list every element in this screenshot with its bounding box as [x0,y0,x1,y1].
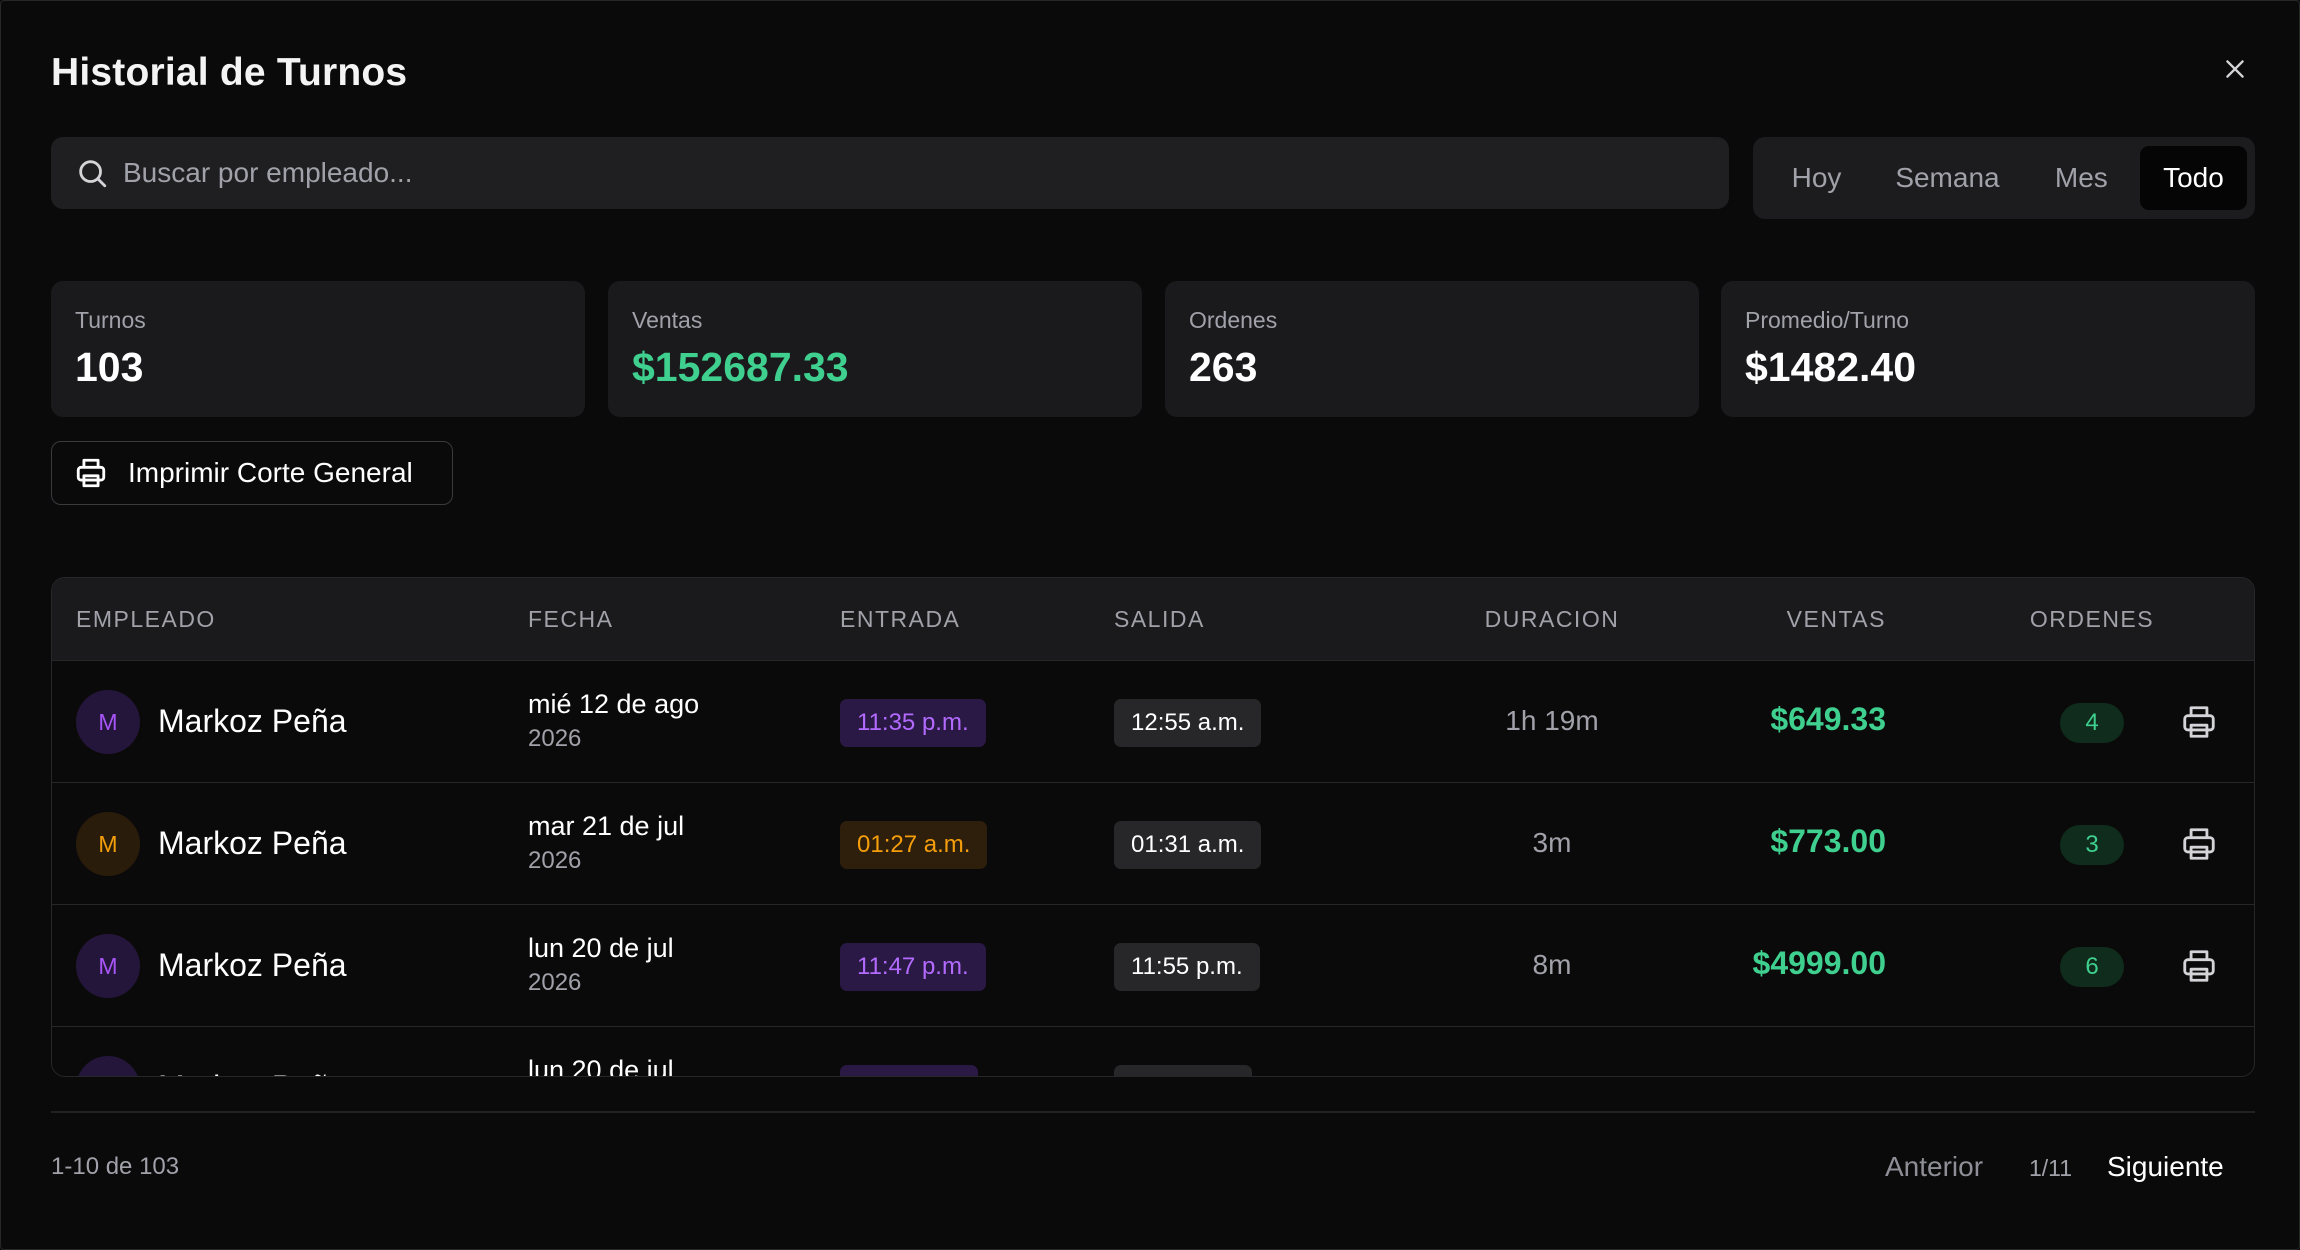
duration: 3m [1532,827,1572,858]
exit-time: 11:55 p.m. [1114,943,1260,991]
sales-amount: $773.00 [1770,823,1886,859]
shift-year: 2026 [528,847,582,874]
period-filter: Hoy Semana Mes Todo [1753,137,2255,219]
stat-value: 263 [1189,344,1258,390]
printer-icon[interactable] [2180,703,2218,741]
stat-card-turnos: Turnos 103 [51,281,585,417]
col-ventas: VENTAS [1786,606,1886,632]
search-icon [79,160,107,188]
shift-history-modal: Historial de Turnos Hoy Semana Mes Todo … [0,0,2300,1250]
exit-time [1114,1065,1252,1076]
col-empleado: EMPLEADO [76,606,216,632]
stat-label: Turnos [75,307,146,333]
col-ordenes: ORDENES [2029,606,2155,632]
filter-mes[interactable]: Mes [2023,146,2140,210]
duration: 1h 19m [1505,705,1599,736]
printer-icon[interactable] [2180,825,2218,863]
employee-name: Markoz Peña [158,1069,347,1076]
exit-time: 12:55 a.m. [1114,699,1262,747]
orders-count-badge: 4 [2060,703,2124,743]
stat-value: 103 [75,344,144,390]
exit-time: 01:31 a.m. [1114,821,1262,869]
filter-todo[interactable]: Todo [2139,146,2247,210]
entry-time: 01:27 a.m. [840,821,988,869]
stat-card-ventas: Ventas $152687.33 [608,281,1142,417]
stat-label: Ventas [632,307,703,333]
employee-name: Markoz Peña [158,825,347,861]
shifts-table: EMPLEADO FECHA ENTRADA SALIDA DURACION V… [51,577,2255,1077]
printer-icon[interactable] [2180,947,2218,985]
close-icon [2226,60,2244,78]
avatar: M [76,1056,140,1076]
print-general-cut-button[interactable]: Imprimir Corte General [51,441,453,505]
sales-amount: $649.33 [1770,701,1886,737]
stat-value: $1482.40 [1745,344,1917,390]
next-page-button[interactable]: Siguiente [2107,1151,2224,1183]
search-bar [51,137,1729,209]
shift-date: lun 20 de jul [528,933,674,963]
entry-time: 11:35 p.m. [840,699,986,747]
employee-name: Markoz Peña [158,703,347,739]
table-row[interactable]: M Markoz Peña lun 20 de jul 2026 11:47 p… [52,904,2254,1026]
col-entrada: ENTRADA [840,606,961,632]
avatar: M [76,690,140,754]
duration: 8m [1532,949,1572,980]
filter-semana[interactable]: Semana [1872,146,2023,210]
shift-date: mié 12 de ago [528,689,700,719]
stat-label: Promedio/Turno [1745,307,1910,333]
stat-value: $152687.33 [632,344,849,390]
shift-year: 2026 [528,725,582,752]
avatar: M [76,812,140,876]
previous-page-button[interactable]: Anterior [1885,1151,1983,1183]
modal-title: Historial de Turnos [51,51,408,94]
col-duracion: DURACION [1484,606,1620,632]
shift-date: lun 20 de jul [528,1055,674,1077]
print-general-cut-label: Imprimir Corte General [128,457,413,488]
close-button[interactable] [2217,51,2253,87]
table-header: EMPLEADO FECHA ENTRADA SALIDA DURACION V… [52,578,2254,660]
page-indicator: 1/11 [2029,1155,2073,1181]
orders-count-badge: 6 [2060,947,2124,987]
entry-time [840,1065,978,1076]
orders-count-badge: 3 [2060,825,2124,865]
shift-date: mar 21 de jul [528,811,685,841]
col-fecha: FECHA [528,606,614,632]
search-input[interactable] [123,137,1729,209]
stat-card-ordenes: Ordenes 263 [1165,281,1699,417]
col-salida: SALIDA [1114,606,1205,632]
printer-icon [76,458,106,488]
table-row[interactable]: M Markoz Peña mié 12 de ago 2026 11:35 p… [52,660,2254,782]
pagination-range: 1-10 de 103 [51,1153,180,1180]
shift-year: 2026 [528,969,582,996]
table-row[interactable]: M Markoz Peña lun 20 de jul 2026 [52,1026,2254,1077]
stat-card-promedio: Promedio/Turno $1482.40 [1721,281,2255,417]
entry-time: 11:47 p.m. [840,943,986,991]
sales-amount: $4999.00 [1752,945,1886,981]
avatar: M [76,934,140,998]
employee-name: Markoz Peña [158,947,347,983]
footer-divider [51,1111,2255,1113]
filter-hoy[interactable]: Hoy [1761,146,1872,210]
table-row[interactable]: M Markoz Peña mar 21 de jul 2026 01:27 a… [52,782,2254,904]
stat-label: Ordenes [1189,307,1278,333]
